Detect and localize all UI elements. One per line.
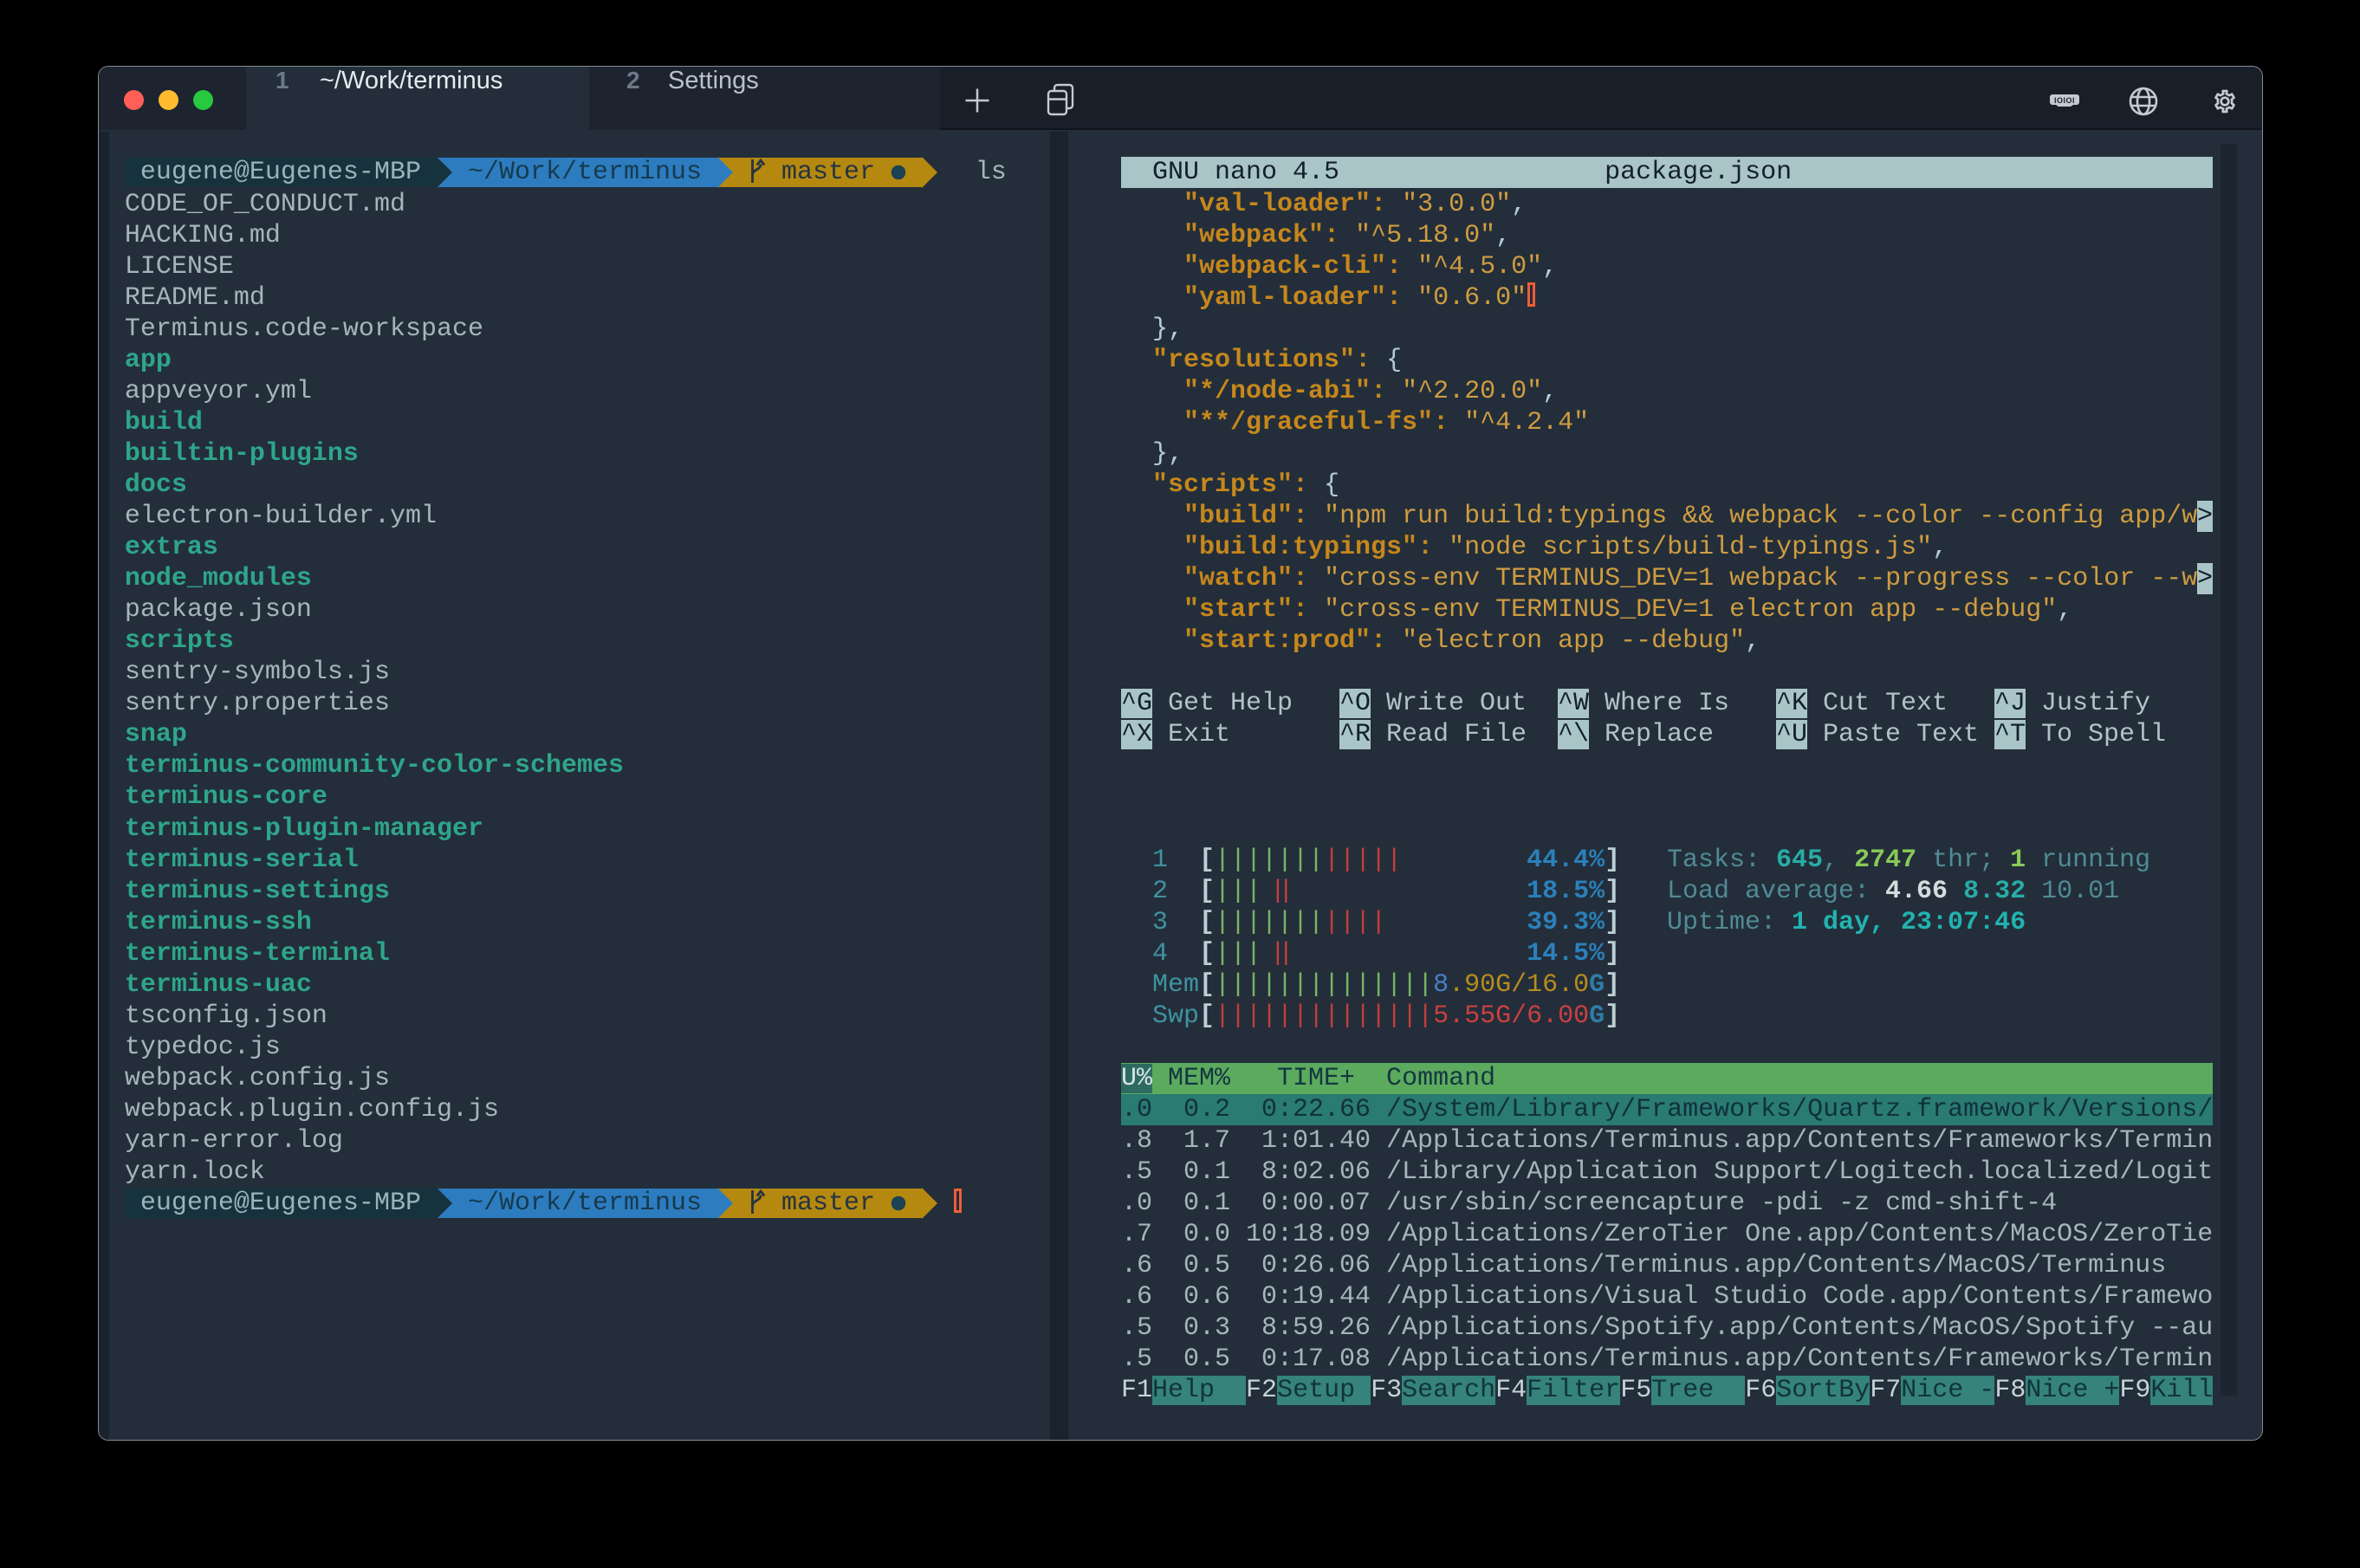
svg-text:IOIOI: IOIOI — [2054, 96, 2075, 105]
